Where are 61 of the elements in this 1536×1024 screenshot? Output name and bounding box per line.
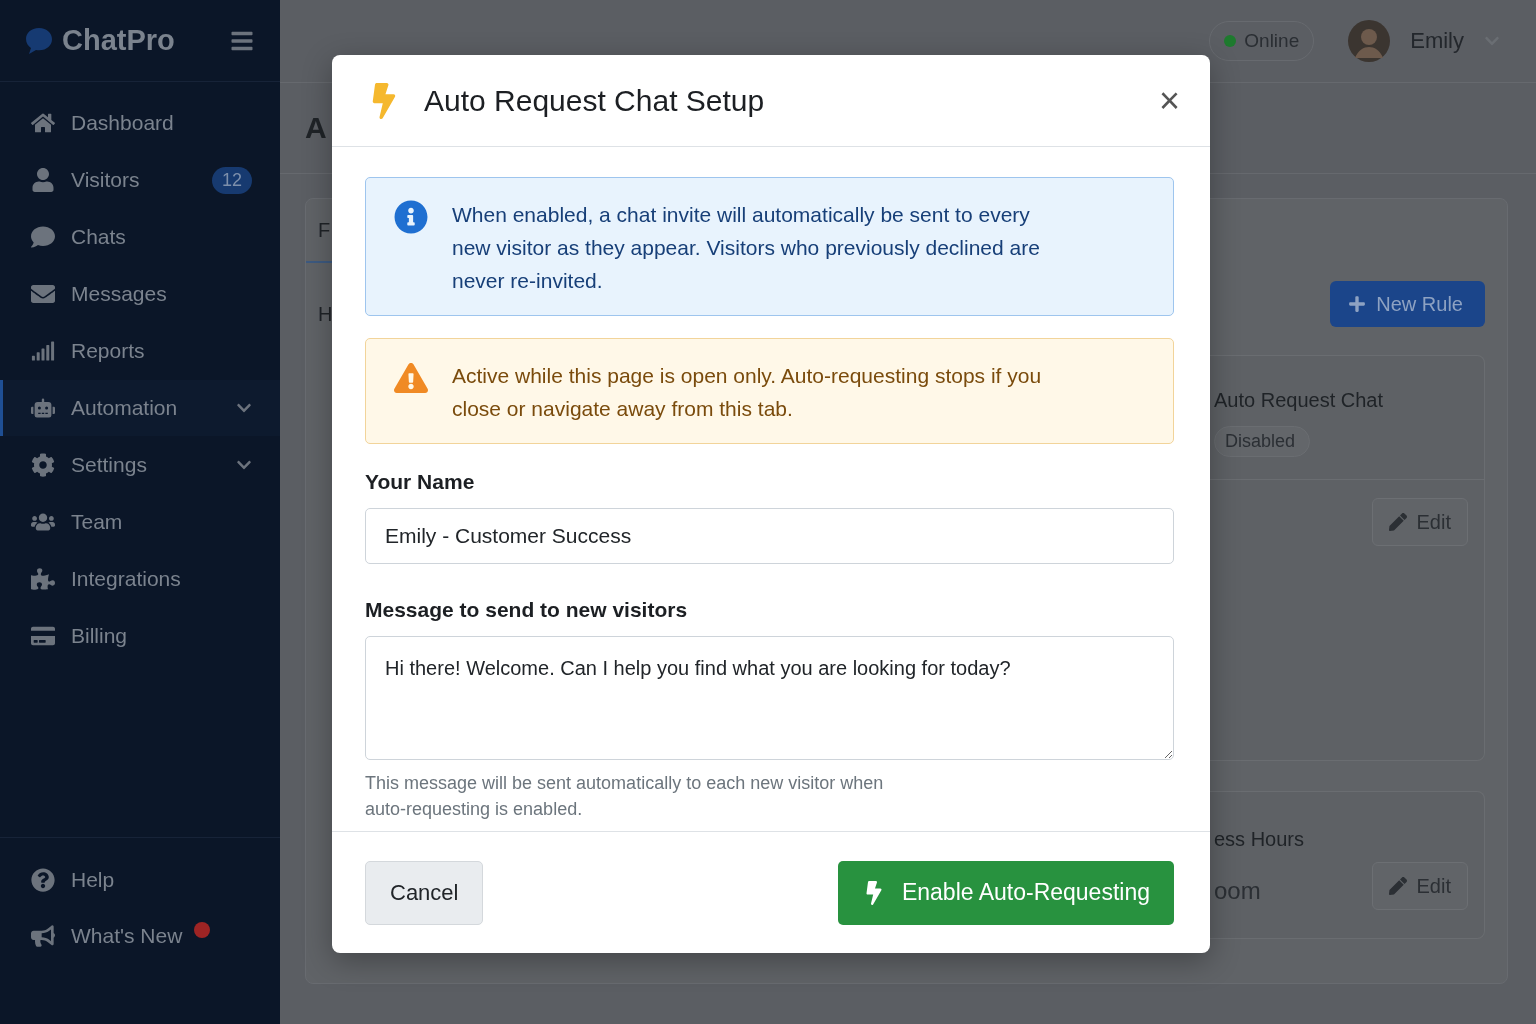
nav-item[interactable]: Automation: [0, 380, 280, 436]
plus-icon: [1348, 295, 1367, 313]
field-label: Message to send to new visitors: [365, 598, 689, 622]
brand-name: ChatPro: [62, 24, 176, 57]
avatar[interactable]: [1348, 20, 1391, 62]
nav-label: Reports: [71, 339, 146, 363]
message-textarea[interactable]: Hi there! Welcome. Can I help you find what you are looking for today?: [365, 636, 1174, 760]
nav-label: Chats: [71, 225, 127, 249]
puzzle-piece-icon: [31, 567, 55, 591]
nav-label: Billing: [71, 624, 129, 648]
gear-icon: [31, 453, 55, 477]
nav-item[interactable]: Chats: [0, 209, 280, 265]
pencil-icon: [1388, 513, 1407, 531]
nav-item[interactable]: Settings: [0, 437, 280, 493]
help-icon: [31, 868, 55, 892]
rule-title: ess Hours: [1214, 827, 1305, 851]
nav-label: Integrations: [71, 567, 182, 591]
pencil-icon: [1388, 877, 1407, 895]
field-label: Your Name: [365, 470, 476, 494]
house-icon: [31, 111, 55, 135]
nav-label: Team: [71, 510, 124, 534]
nav-item[interactable]: Integrations: [0, 551, 280, 607]
nav-label: Settings: [71, 453, 148, 477]
nav-item[interactable]: Reports: [0, 323, 280, 379]
enable-button[interactable]: Enable Auto-Requesting: [837, 860, 1174, 925]
person-icon: [31, 168, 55, 192]
rule-title: Auto Request Chat: [1214, 389, 1384, 412]
nav-item[interactable]: Billing: [0, 608, 280, 664]
card-icon: [31, 624, 55, 648]
bar-chart-icon: [31, 339, 55, 363]
info-icon: [394, 200, 428, 234]
status-badge: Disabled: [1214, 426, 1311, 457]
cancel-button[interactable]: Cancel: [365, 860, 484, 925]
count-badge: 12: [211, 166, 252, 194]
nav-label: Dashboard: [71, 111, 175, 135]
megaphone-icon: [31, 924, 55, 948]
nav-label: Help: [71, 868, 115, 892]
envelope-icon: [31, 282, 55, 306]
speech-bubble-icon: [31, 225, 55, 249]
warning-icon: [394, 361, 428, 395]
nav-label: Automation: [71, 396, 179, 420]
nav-item[interactable]: Team: [0, 494, 280, 550]
hint-text: This message will be sent automatically to each new visitor when auto-requesting is enabled.: [365, 772, 885, 821]
nav-item[interactable]: Messages: [0, 266, 280, 322]
nav-item[interactable]: Help: [0, 852, 280, 908]
speech-bubble-icon: [24, 25, 54, 56]
page-title: A: [305, 111, 327, 145]
warning-text: Active while this page is open only. Auto-requesting stops if you close or navigate away from this tab.: [452, 363, 1043, 422]
robot-icon: [31, 396, 55, 420]
nav-item[interactable]: What's New: [0, 908, 280, 964]
new-rule-button[interactable]: New Rule: [1330, 281, 1485, 327]
nav-label: What's New: [71, 924, 183, 948]
nav-label: Messages: [71, 282, 168, 306]
name-input[interactable]: Emily - Customer Success: [365, 508, 1174, 564]
nav-item[interactable]: Visitors 12: [0, 152, 280, 208]
nav-item[interactable]: Dashboard: [0, 95, 280, 151]
nav-label: Visitors: [71, 168, 141, 192]
close-button[interactable]: ×: [1154, 82, 1184, 119]
section-heading: H: [318, 303, 333, 326]
dialog-title: Auto Request Chat Setup: [424, 83, 766, 118]
info-text: When enabled, a chat invite will automatically be sent to every new visitor as they appear. Visitors who previously declined are never re-invited.: [452, 202, 1041, 294]
